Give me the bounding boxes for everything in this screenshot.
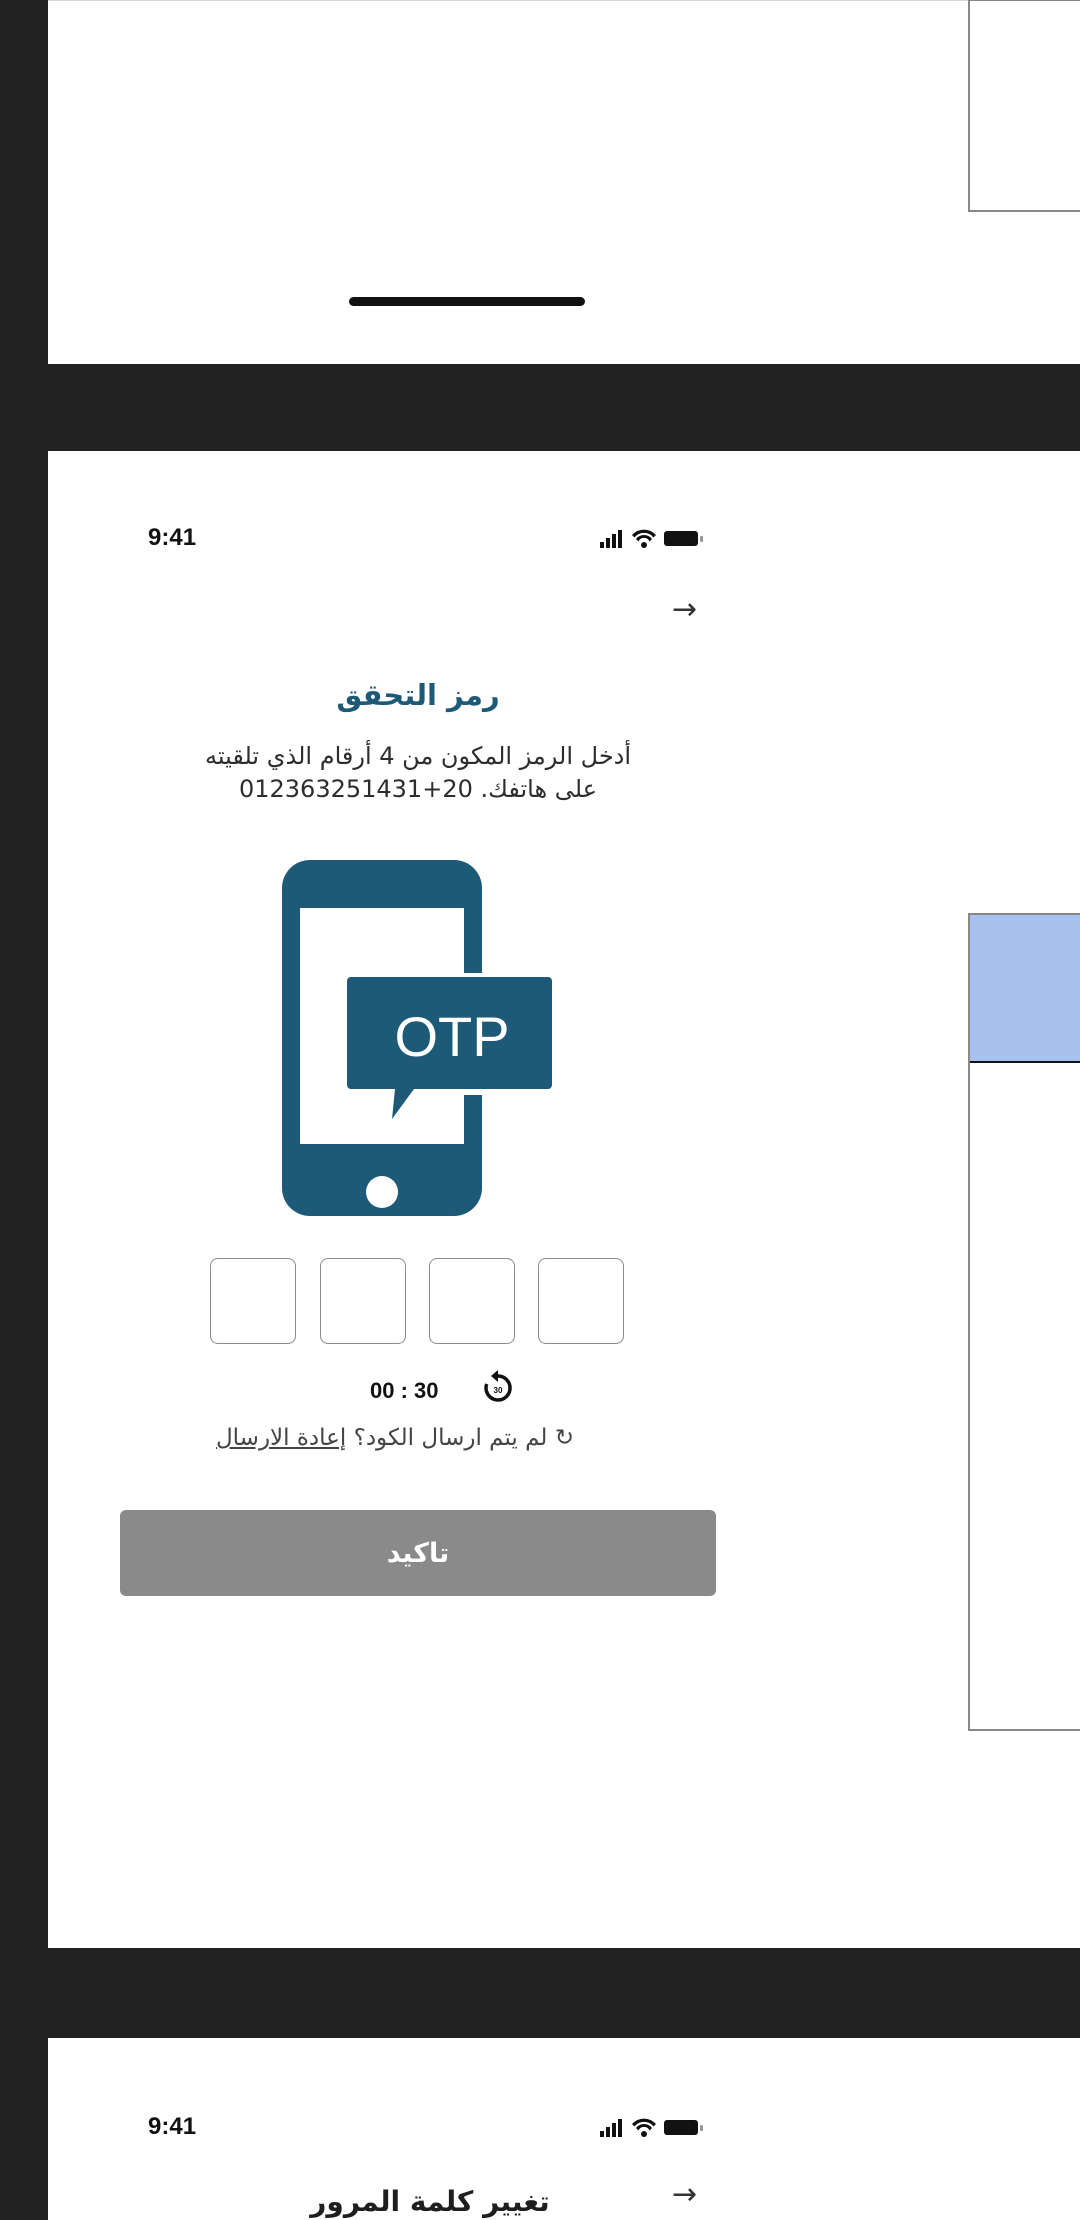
resend-row: ↻ لم يتم ارسال الكود؟ إعادة الارسال: [140, 1425, 650, 1451]
wifi-icon: [632, 529, 656, 548]
home-indicator: [349, 297, 585, 306]
otp-label: OTP: [394, 1004, 510, 1068]
otp-digit-input-4[interactable]: [210, 1258, 296, 1344]
cellular-signal-icon: [600, 530, 622, 548]
back-arrow-icon-2[interactable]: →: [672, 2180, 697, 2210]
battery-icon: [664, 531, 703, 546]
timer-30-icon: 30: [480, 1370, 516, 1410]
instruction-line-2: على هاتفك. 20+012363251431: [238, 775, 598, 803]
status-icons: [600, 527, 716, 553]
page-title: رمز التحقق: [336, 678, 500, 712]
previous-screen-frame: [48, 0, 1080, 364]
cellular-signal-icon: [600, 2119, 622, 2137]
otp-phone-illustration: OTP: [280, 858, 558, 1218]
battery-icon: [664, 2120, 703, 2135]
back-arrow-icon[interactable]: →: [672, 595, 697, 625]
side-panel-highlight: [970, 915, 1080, 1063]
status-time-2: 9:41: [148, 2113, 197, 2140]
otp-digit-input-1[interactable]: [538, 1258, 624, 1344]
side-panel-outline: [968, 913, 1080, 1731]
wifi-icon: [632, 2118, 656, 2137]
confirm-button[interactable]: تاكيد: [120, 1510, 716, 1596]
status-time: 9:41: [148, 524, 197, 551]
instruction-line-1: أدخل الرمز المكون من 4 أرقام الذي تلقيته: [204, 742, 632, 770]
otp-screen-frame: [48, 451, 1080, 1948]
otp-digit-input-2[interactable]: [429, 1258, 515, 1344]
svg-text:30: 30: [494, 1386, 503, 1395]
resend-question: لم يتم ارسال الكود؟: [353, 1425, 548, 1451]
status-icons-2: [600, 2116, 716, 2142]
countdown-timer: 00 : 30: [370, 1378, 439, 1403]
instruction-text: أدخل الرمز المكون من 4 أرقام الذي تلقيته…: [118, 740, 718, 806]
otp-digit-input-3[interactable]: [320, 1258, 406, 1344]
change-password-screen-frame: [48, 2038, 1080, 2220]
change-password-title: تغيير كلمة المرور: [310, 2185, 550, 2218]
side-panel-outline: [968, 0, 1080, 212]
refresh-icon: ↻: [554, 1425, 575, 1451]
resend-link[interactable]: إعادة الارسال: [216, 1425, 346, 1451]
